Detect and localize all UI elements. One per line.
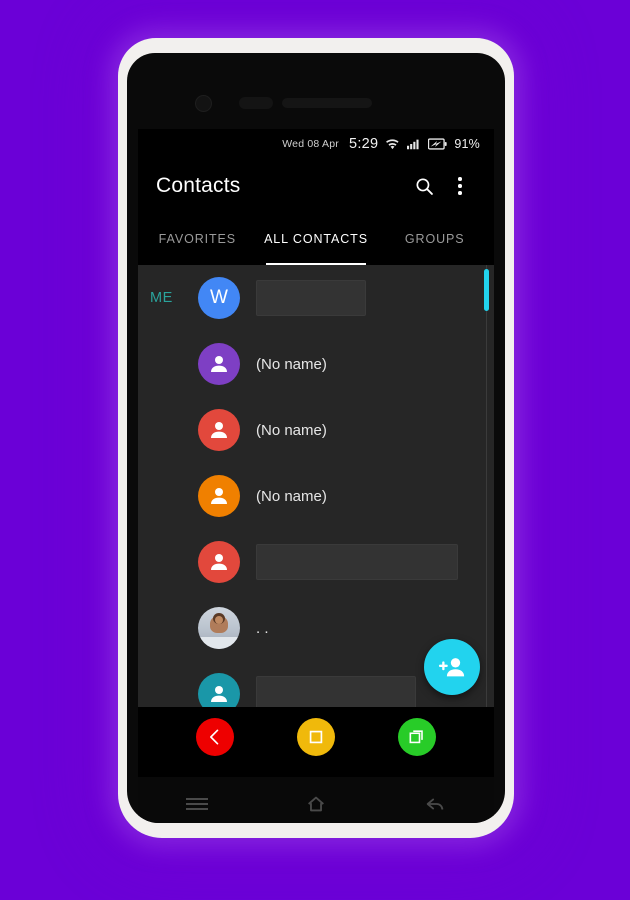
avatar[interactable] xyxy=(198,409,240,451)
device-softkey-bar xyxy=(138,777,494,823)
contact-name: (No name) xyxy=(256,421,327,439)
proximity-sensor-icon xyxy=(239,97,273,109)
contact-name: (No name) xyxy=(256,487,327,505)
battery-percent: 91% xyxy=(454,137,480,151)
person-icon xyxy=(211,554,227,570)
phone-hardware-row xyxy=(127,91,505,117)
front-camera-icon xyxy=(195,95,212,112)
earpiece-speaker-icon xyxy=(282,98,372,108)
phone-bezel: Wed 08 Apr 5:29 91% Contacts FAVORITES A… xyxy=(127,53,505,823)
me-label: ME xyxy=(150,290,173,306)
person-icon xyxy=(211,686,227,702)
person-icon xyxy=(211,422,227,438)
wifi-icon xyxy=(385,138,400,150)
avatar-initial: W xyxy=(210,287,228,308)
status-date: Wed 08 Apr xyxy=(282,138,339,150)
color-navigation-bar xyxy=(138,707,494,767)
signal-icon xyxy=(407,138,421,150)
avatar[interactable] xyxy=(198,475,240,517)
app-bar: Contacts xyxy=(138,159,494,213)
contact-name: . . xyxy=(256,619,269,637)
avatar[interactable] xyxy=(198,343,240,385)
list-item[interactable]: (No name) xyxy=(138,397,494,463)
chevron-left-icon xyxy=(209,729,218,745)
home-button[interactable] xyxy=(296,718,335,756)
square-icon xyxy=(309,730,323,744)
status-bar: Wed 08 Apr 5:29 91% xyxy=(138,129,494,159)
redacted-name xyxy=(256,544,458,580)
list-item[interactable]: ME W xyxy=(138,265,494,331)
scrollbar-thumb[interactable] xyxy=(484,269,489,311)
battery-charging-icon xyxy=(428,138,448,150)
contact-name: (No name) xyxy=(256,355,327,373)
tab-groups[interactable]: GROUPS xyxy=(375,213,494,265)
person-icon xyxy=(211,488,227,504)
home-outline-icon xyxy=(308,796,324,812)
avatar[interactable]: W xyxy=(198,277,240,319)
person-add-icon xyxy=(438,658,465,677)
scrollbar-track[interactable] xyxy=(485,265,487,707)
tab-bar: FAVORITES ALL CONTACTS GROUPS xyxy=(138,213,494,265)
list-item[interactable]: (No name) xyxy=(138,463,494,529)
avatar[interactable] xyxy=(198,673,240,707)
back-arrow-icon xyxy=(426,798,443,810)
avatar-photo[interactable] xyxy=(198,607,240,649)
search-icon[interactable] xyxy=(406,168,442,204)
back-key[interactable] xyxy=(413,789,457,819)
menu-key[interactable] xyxy=(175,789,219,819)
phone-device: Wed 08 Apr 5:29 91% Contacts FAVORITES A… xyxy=(118,38,514,838)
person-icon xyxy=(211,356,227,372)
redacted-name xyxy=(256,280,366,316)
hamburger-icon xyxy=(186,795,209,813)
photo-foreground xyxy=(198,637,240,649)
tab-favorites[interactable]: FAVORITES xyxy=(138,213,257,265)
status-time: 5:29 xyxy=(348,136,379,152)
phone-screen: Wed 08 Apr 5:29 91% Contacts FAVORITES A… xyxy=(138,129,494,777)
list-item[interactable] xyxy=(138,529,494,595)
recents-button[interactable] xyxy=(398,718,437,756)
redacted-name xyxy=(256,676,416,707)
home-key[interactable] xyxy=(294,789,338,819)
contact-list[interactable]: ME W (No name) (No name) (No name) . . xyxy=(138,265,494,707)
tab-all-contacts[interactable]: ALL CONTACTS xyxy=(257,213,376,265)
photo-subject-face xyxy=(215,616,223,624)
add-contact-button[interactable] xyxy=(424,639,480,695)
stacked-windows-icon xyxy=(409,730,424,744)
avatar[interactable] xyxy=(198,541,240,583)
page-title: Contacts xyxy=(156,174,241,197)
overflow-menu-icon[interactable] xyxy=(442,168,478,204)
list-item[interactable]: (No name) xyxy=(138,331,494,397)
back-button[interactable] xyxy=(195,718,234,756)
